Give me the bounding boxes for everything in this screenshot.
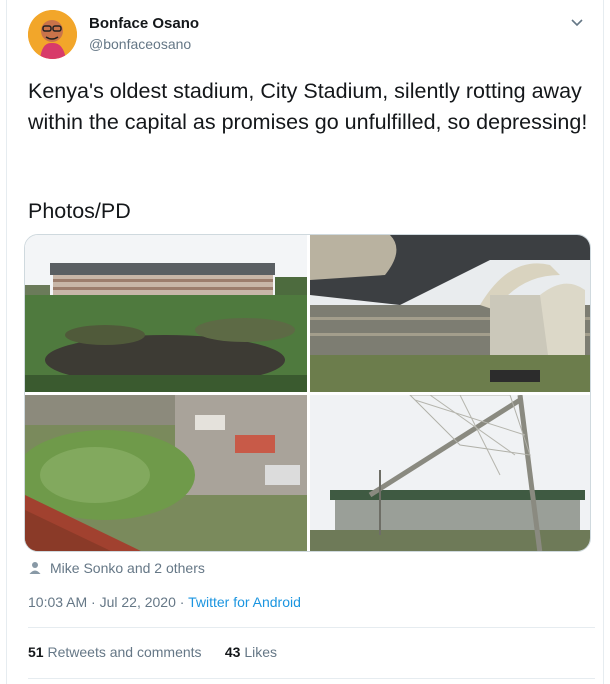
chevron-down-icon[interactable]	[569, 14, 585, 30]
tweet-text: Kenya's oldest stadium, City Stadium, si…	[28, 79, 588, 134]
photo-goalpost[interactable]	[310, 395, 590, 551]
timestamp-text[interactable]: 10:03 AM · Jul 22, 2020 ·	[28, 594, 188, 610]
author-name[interactable]: Bonface Osano	[89, 15, 199, 32]
photo-stadium-field[interactable]	[25, 235, 307, 392]
tweet-timestamp: 10:03 AM · Jul 22, 2020 · Twitter for An…	[28, 594, 301, 610]
likes-stat[interactable]: 43 Likes	[225, 644, 277, 660]
tweet-card: Bonface Osano @bonfaceosano Kenya's olde…	[6, 0, 604, 684]
tweet-credit: Photos/PD	[28, 199, 131, 223]
photo-stadium-stands[interactable]	[310, 235, 590, 392]
retweets-stat[interactable]: 51 Retweets and comments	[28, 644, 202, 660]
avatar[interactable]	[28, 10, 77, 59]
person-icon	[29, 562, 41, 574]
source-link[interactable]: Twitter for Android	[188, 594, 301, 610]
divider	[28, 627, 595, 628]
tagged-people[interactable]: Mike Sonko and 2 others	[28, 560, 205, 576]
photo-stadium-aerial[interactable]	[25, 395, 307, 551]
divider	[28, 678, 595, 679]
author-handle[interactable]: @bonfaceosano	[89, 36, 191, 52]
engagement-stats: 51 Retweets and comments 43 Likes	[28, 644, 277, 660]
tagged-label: Mike Sonko and 2 others	[50, 560, 205, 576]
photo-grid	[24, 234, 591, 552]
